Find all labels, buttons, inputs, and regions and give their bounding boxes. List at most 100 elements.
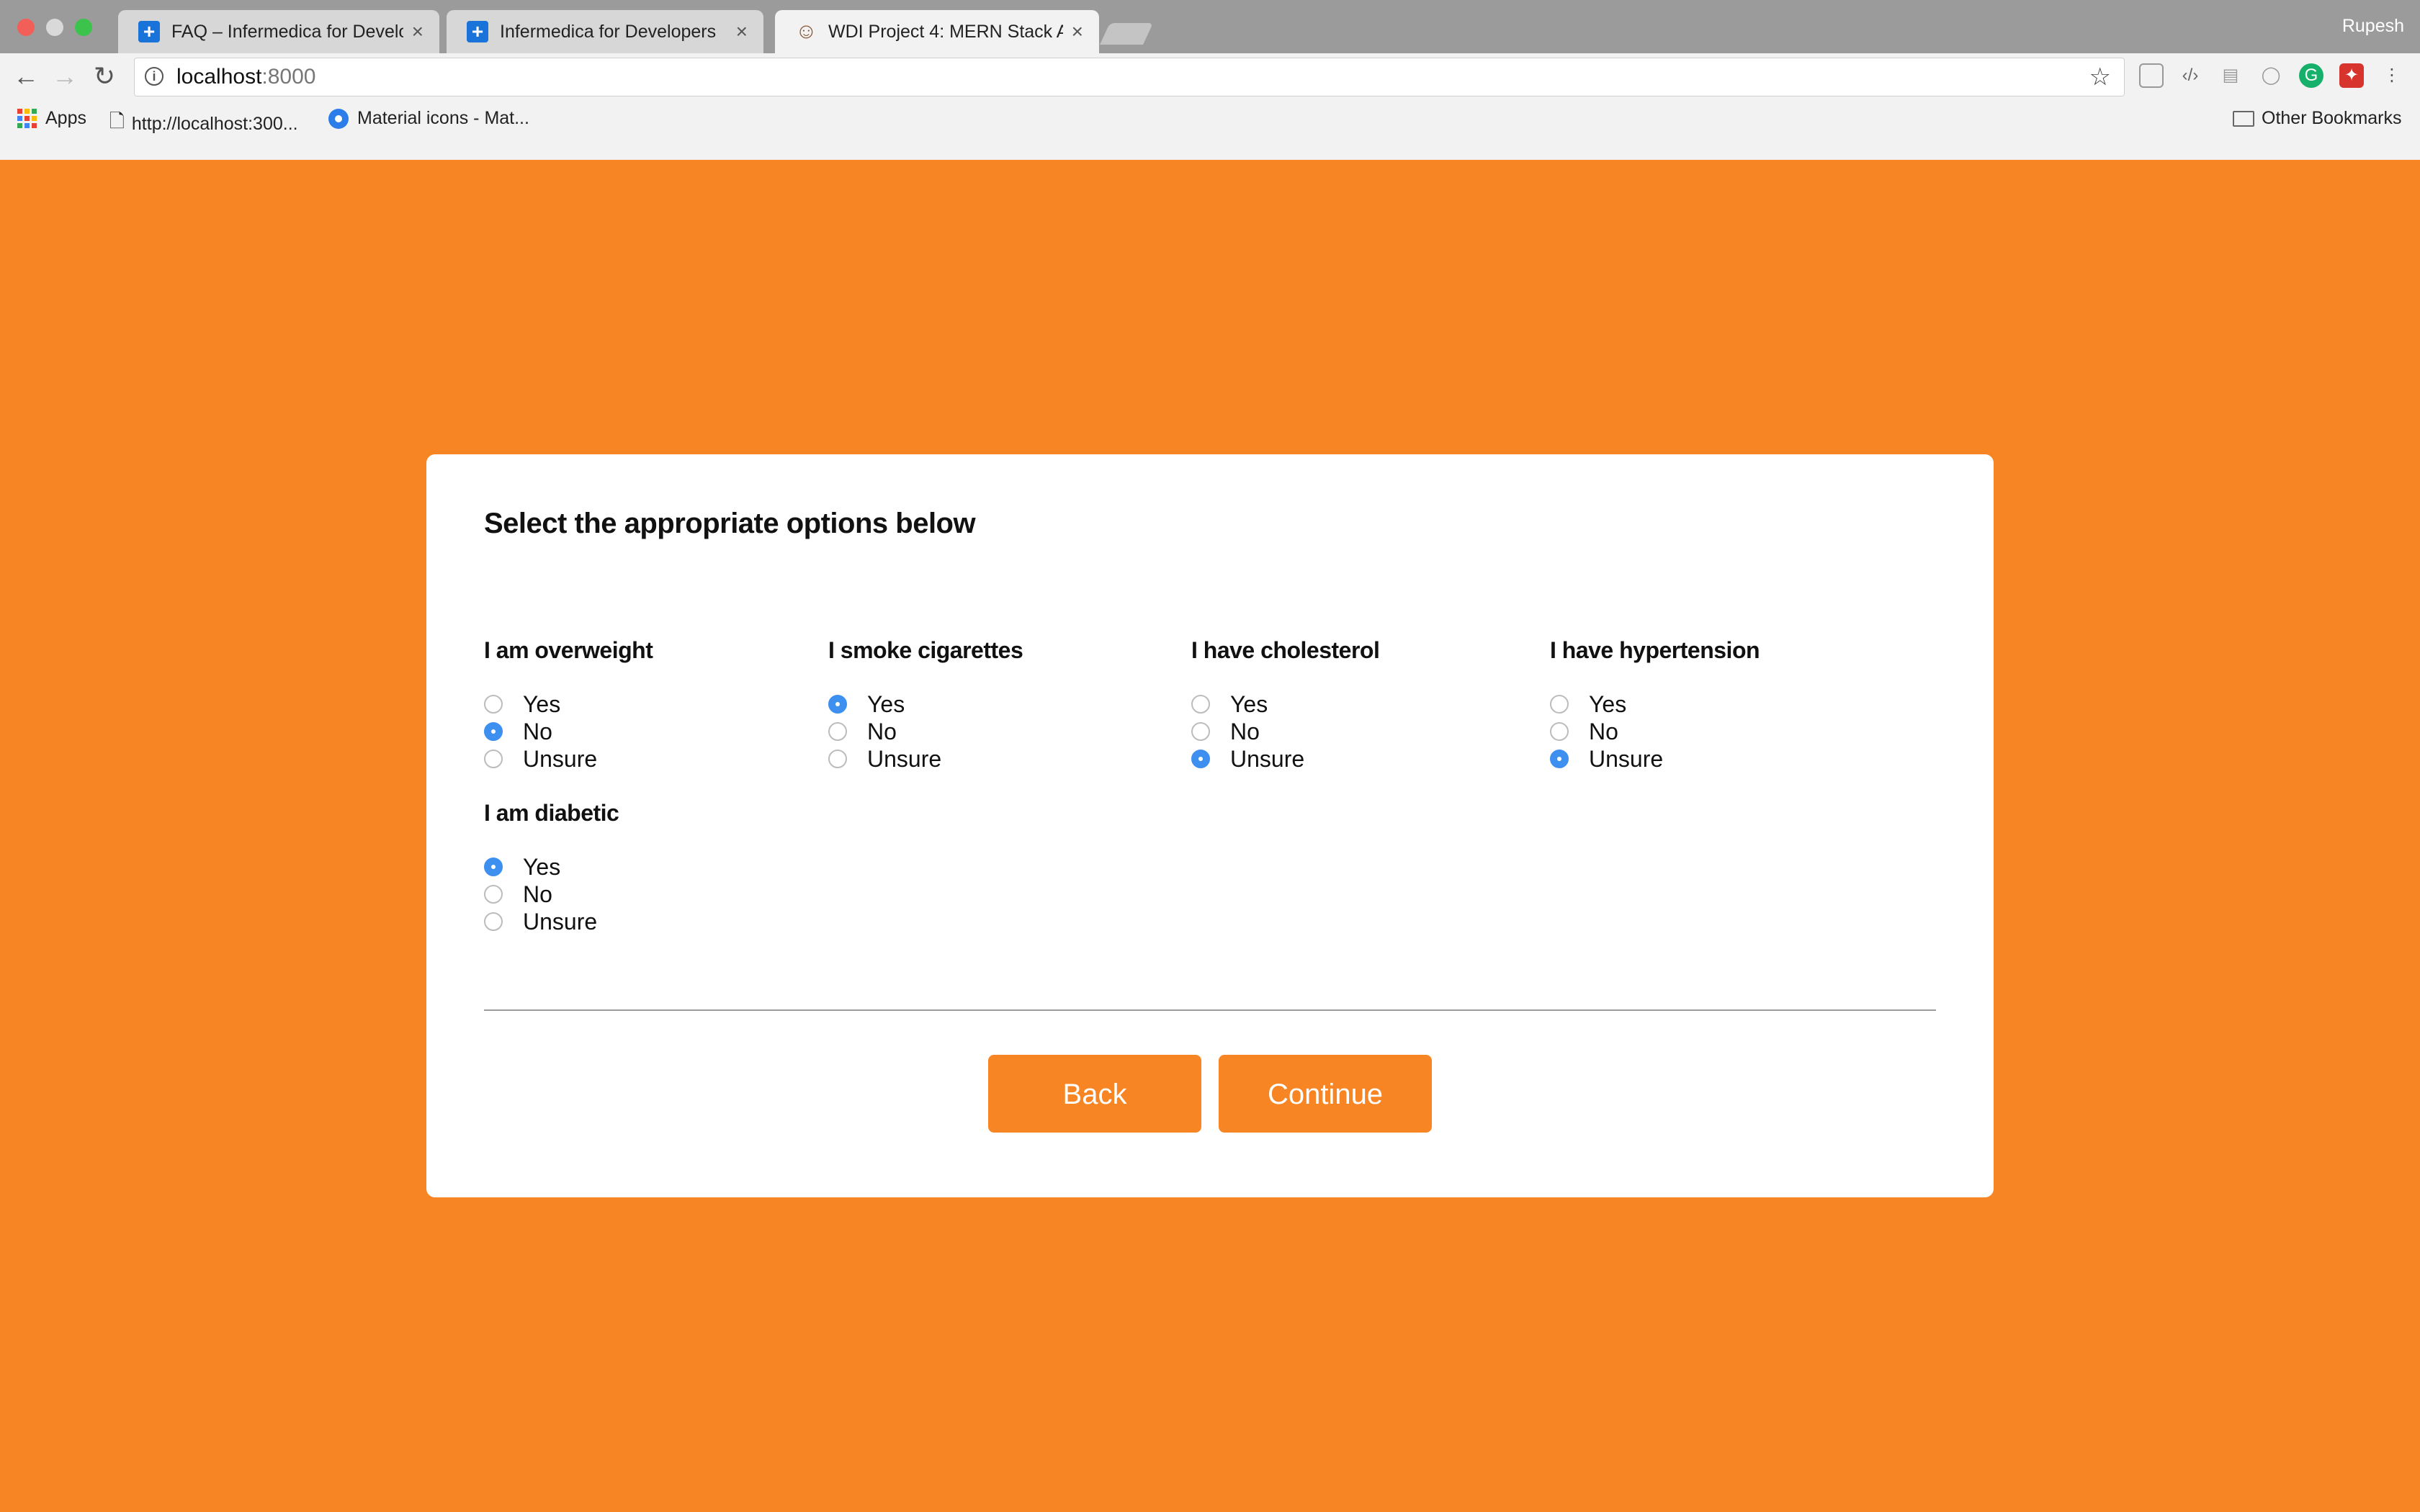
layout-extension-icon[interactable]: ▤: [2218, 63, 2243, 88]
bookmark-label: http://localhost:300...: [131, 113, 298, 134]
radio-button[interactable]: [484, 722, 503, 741]
option-label: No: [523, 881, 552, 907]
apps-grid-icon: [17, 109, 37, 128]
question-label: I smoke cigarettes: [828, 637, 1023, 663]
option-no[interactable]: No: [484, 881, 619, 908]
extension-page-icon[interactable]: [2139, 63, 2164, 88]
option-unsure[interactable]: Unsure: [1191, 745, 1379, 773]
option-label: Yes: [523, 853, 561, 880]
radio-button[interactable]: [484, 750, 503, 768]
radio-button[interactable]: [1550, 695, 1569, 714]
option-label: Yes: [1589, 690, 1627, 717]
material-icons-favicon-icon: [328, 108, 349, 129]
bookmark-label: Other Bookmarks: [2262, 108, 2402, 128]
infermedica-favicon-icon: +: [467, 21, 488, 42]
radio-button[interactable]: [828, 750, 847, 768]
option-no[interactable]: No: [1191, 718, 1379, 745]
question-hypertension: I have hypertension Yes No Unsure: [1550, 637, 1760, 773]
radio-button[interactable]: [1191, 722, 1210, 741]
bookmark-apps[interactable]: Apps: [17, 108, 86, 129]
bookmarks-bar: Apps 🗋 http://localhost:300... Material …: [0, 102, 2420, 138]
close-tab-icon[interactable]: ×: [736, 20, 748, 43]
question-label: I am overweight: [484, 637, 653, 663]
tab-wdi-project[interactable]: ☺ WDI Project 4: MERN Stack App ×: [775, 10, 1099, 53]
browser-titlebar: + FAQ – Infermedica for Developers × + I…: [0, 0, 2420, 53]
tab-infermedica-developers[interactable]: + Infermedica for Developers ×: [447, 10, 763, 53]
option-unsure[interactable]: Unsure: [828, 745, 1023, 773]
forward-arrow-icon[interactable]: →: [52, 62, 78, 91]
radio-button[interactable]: [484, 912, 503, 931]
option-unsure[interactable]: Unsure: [1550, 745, 1760, 773]
question-cholesterol: I have cholesterol Yes No Unsure: [1191, 637, 1380, 773]
close-window-button[interactable]: [17, 19, 35, 36]
bookmark-label: Material icons - Mat...: [357, 108, 529, 128]
code-extension-icon[interactable]: ‹/›: [2178, 63, 2202, 88]
option-label: Yes: [867, 690, 905, 717]
bookmark-other[interactable]: Other Bookmarks: [2233, 108, 2402, 129]
menu-kebab-icon[interactable]: ⋮: [2380, 63, 2404, 88]
option-yes[interactable]: Yes: [484, 690, 653, 718]
option-label: Unsure: [1230, 745, 1305, 772]
url-host: localhost: [176, 65, 262, 89]
question-smoke: I smoke cigarettes Yes No Unsure: [828, 637, 1023, 773]
option-yes[interactable]: Yes: [828, 690, 1023, 718]
option-label: No: [1589, 718, 1618, 744]
tab-title: Infermedica for Developers: [500, 21, 717, 42]
continue-button[interactable]: Continue: [1219, 1055, 1432, 1133]
bookmark-label: Apps: [45, 108, 86, 128]
radio-button[interactable]: [1550, 750, 1569, 768]
option-label: Unsure: [1589, 745, 1664, 772]
option-label: No: [1230, 718, 1260, 744]
option-yes[interactable]: Yes: [1191, 690, 1379, 718]
radio-button[interactable]: [1191, 750, 1210, 768]
health-options-card: Select the appropriate options below I a…: [426, 454, 1994, 1197]
option-no[interactable]: No: [828, 718, 1023, 745]
profile-name[interactable]: Rupesh: [2342, 16, 2404, 37]
radio-button[interactable]: [1191, 695, 1210, 714]
option-unsure[interactable]: Unsure: [484, 908, 619, 935]
back-button[interactable]: Back: [988, 1055, 1201, 1133]
radio-button[interactable]: [484, 858, 503, 876]
tab-title: WDI Project 4: MERN Stack App: [828, 21, 1063, 42]
option-no[interactable]: No: [484, 718, 653, 745]
question-label: I am diabetic: [484, 800, 619, 826]
person-favicon-icon: ☺: [795, 19, 817, 43]
option-no[interactable]: No: [1550, 718, 1760, 745]
option-label: Unsure: [867, 745, 942, 772]
close-tab-icon[interactable]: ×: [412, 20, 424, 43]
bookmark-star-icon[interactable]: ☆: [2089, 58, 2111, 96]
circle-extension-icon[interactable]: ◯: [2259, 63, 2283, 88]
bookmark-localhost[interactable]: 🗋 http://localhost:300...: [109, 108, 298, 140]
radio-button[interactable]: [484, 695, 503, 714]
maximize-window-button[interactable]: [75, 19, 92, 36]
option-label: No: [867, 718, 897, 744]
tab-title: FAQ – Infermedica for Developers: [171, 21, 403, 42]
option-unsure[interactable]: Unsure: [484, 745, 653, 773]
option-label: No: [523, 718, 552, 744]
option-label: Unsure: [523, 908, 598, 935]
option-yes[interactable]: Yes: [484, 853, 619, 881]
folder-icon: [2233, 110, 2254, 127]
grammarly-icon[interactable]: G: [2299, 63, 2323, 88]
option-label: Yes: [1230, 690, 1268, 717]
address-bar[interactable]: i localhost:8000 ☆: [134, 58, 2125, 96]
radio-button[interactable]: [828, 695, 847, 714]
back-arrow-icon[interactable]: ←: [13, 62, 39, 91]
option-label: Yes: [523, 690, 561, 717]
bookmark-material-icons[interactable]: Material icons - Mat...: [328, 108, 529, 129]
minimize-window-button[interactable]: [46, 19, 63, 36]
radio-button[interactable]: [1550, 722, 1569, 741]
red-extension-icon[interactable]: ✦: [2339, 63, 2364, 88]
question-label: I have cholesterol: [1191, 637, 1380, 663]
reload-icon[interactable]: ↻: [94, 62, 115, 91]
radio-button[interactable]: [828, 722, 847, 741]
info-icon[interactable]: i: [145, 67, 163, 86]
option-label: Unsure: [523, 745, 598, 772]
option-yes[interactable]: Yes: [1550, 690, 1760, 718]
radio-button[interactable]: [484, 885, 503, 904]
close-tab-icon[interactable]: ×: [1072, 20, 1083, 43]
new-tab-button[interactable]: [1100, 23, 1153, 45]
tab-faq-infermedica[interactable]: + FAQ – Infermedica for Developers ×: [118, 10, 439, 53]
divider: [484, 1009, 1936, 1011]
page-title: Select the appropriate options below: [484, 508, 976, 539]
